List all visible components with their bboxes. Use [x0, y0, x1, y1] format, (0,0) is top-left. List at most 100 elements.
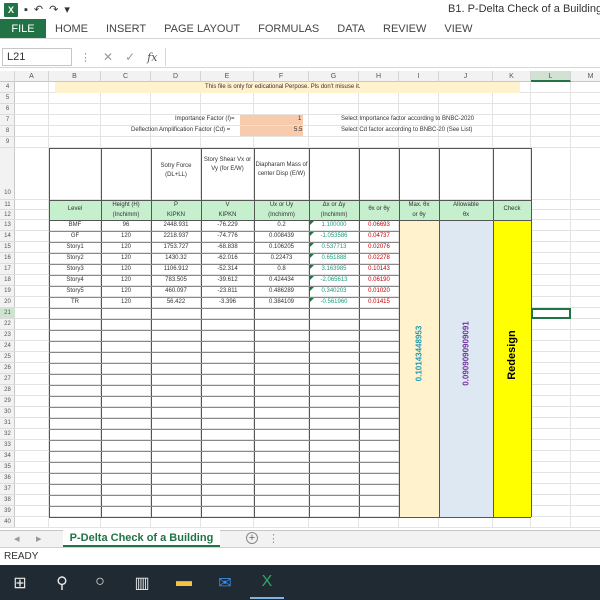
column-header-m[interactable]: M [571, 71, 600, 82]
cell-delta: 3.163985 [321, 266, 347, 272]
row-header-25[interactable]: 25 [0, 352, 15, 363]
cell-u: 0.2 [277, 222, 286, 228]
tab-review[interactable]: REVIEW [374, 19, 435, 38]
row-header-37[interactable]: 37 [0, 484, 15, 495]
importance-cell[interactable] [240, 115, 303, 125]
cell-p: 2218.937 [163, 233, 189, 239]
column-header-e[interactable]: E [201, 71, 254, 82]
save-icon[interactable]: ▪ [24, 4, 28, 16]
tab-home[interactable]: HOME [46, 19, 97, 38]
allowable-value: 0.0909090909091 [461, 320, 471, 386]
row-header-4[interactable]: 4 [0, 82, 15, 93]
tab-insert[interactable]: INSERT [97, 19, 155, 38]
row-header-15[interactable]: 15 [0, 242, 15, 253]
tab-data[interactable]: DATA [328, 19, 374, 38]
row-header-6[interactable]: 6 [0, 104, 15, 115]
insert-function-icon[interactable]: fx [147, 51, 157, 64]
tab-formulas[interactable]: FORMULAS [249, 19, 328, 38]
row-header-18[interactable]: 18 [0, 275, 15, 286]
column-header-a[interactable]: A [15, 71, 49, 82]
formula-input[interactable] [165, 48, 600, 66]
row-header-39[interactable]: 39 [0, 506, 15, 517]
row-header-36[interactable]: 36 [0, 473, 15, 484]
add-sheet-icon[interactable]: + [246, 532, 258, 544]
row-header-31[interactable]: 31 [0, 418, 15, 429]
row-header-11[interactable]: 11 [0, 200, 15, 210]
column-header-b[interactable]: B [49, 71, 101, 82]
row-header-23[interactable]: 23 [0, 330, 15, 341]
column-header-d[interactable]: D [151, 71, 201, 82]
name-box[interactable]: L21 [2, 48, 72, 66]
worksheet-grid[interactable]: ABCDEFGHIJKLM 4 5 6 7 8 9 10 11 12 13 14 15 16 17 18 19… [0, 71, 600, 530]
row-header-13[interactable]: 13 [0, 220, 15, 231]
column-header-l[interactable]: L [531, 71, 571, 82]
tab-view[interactable]: VIEW [435, 19, 481, 38]
row-header-27[interactable]: 27 [0, 374, 15, 385]
table-hborder [49, 148, 531, 149]
column-header-i[interactable]: I [399, 71, 439, 82]
column-header-c[interactable]: C [101, 71, 151, 82]
widgets-icon[interactable]: ▥ [132, 573, 152, 593]
column-header-h[interactable]: H [359, 71, 399, 82]
cell-delta: -0.561960 [320, 299, 348, 305]
row-header-29[interactable]: 29 [0, 396, 15, 407]
row-header-35[interactable]: 35 [0, 462, 15, 473]
row-header-22[interactable]: 22 [0, 319, 15, 330]
column-header-j[interactable]: J [439, 71, 493, 82]
windows-start-icon[interactable]: ⊞ [10, 573, 30, 593]
data-row-line [49, 440, 399, 441]
row-header-32[interactable]: 32 [0, 429, 15, 440]
sheet-options-icon[interactable]: ⋮ [268, 532, 279, 545]
redo-icon[interactable]: ↷ [49, 3, 58, 16]
row-header-28[interactable]: 28 [0, 385, 15, 396]
header-level: Level [67, 206, 83, 212]
search-icon[interactable]: ⚲ [52, 573, 72, 593]
mail-icon[interactable]: ✉ [215, 573, 235, 593]
row-header-34[interactable]: 34 [0, 451, 15, 462]
row-header-24[interactable]: 24 [0, 341, 15, 352]
column-header-k[interactable]: K [493, 71, 531, 82]
row-header-19[interactable]: 19 [0, 286, 15, 297]
row-header-10[interactable]: 10 [0, 148, 15, 200]
row-header-33[interactable]: 33 [0, 440, 15, 451]
data-row-line [49, 473, 399, 474]
data-row-line [49, 429, 399, 430]
customize-icon[interactable]: ▾ [64, 3, 70, 16]
next-sheet-icon[interactable]: ▸ [36, 532, 42, 545]
row-header-9[interactable]: 9 [0, 137, 15, 148]
column-header-f[interactable]: F [254, 71, 309, 82]
task-view-icon[interactable]: ○ [90, 573, 110, 591]
row-header-20[interactable]: 20 [0, 297, 15, 308]
row-header-38[interactable]: 38 [0, 495, 15, 506]
cell-area[interactable]: This file is only for edicational Perpos… [15, 82, 600, 530]
row-header-16[interactable]: 16 [0, 253, 15, 264]
undo-icon[interactable]: ↶ [34, 3, 43, 16]
column-header-g[interactable]: G [309, 71, 359, 82]
data-row-line [49, 308, 399, 309]
tab-file[interactable]: FILE [0, 19, 46, 38]
row-header-7[interactable]: 7 [0, 115, 15, 126]
row-header-5[interactable]: 5 [0, 93, 15, 104]
row-header-17[interactable]: 17 [0, 264, 15, 275]
excel-taskbar-icon[interactable]: X [257, 573, 277, 591]
row-header-30[interactable]: 30 [0, 407, 15, 418]
row-header-14[interactable]: 14 [0, 231, 15, 242]
row-header-12[interactable]: 12 [0, 210, 15, 220]
data-row-line [49, 286, 399, 287]
sheet-tab-pdelta[interactable]: P-Delta Check of a Building [63, 530, 220, 547]
tab-page-layout[interactable]: PAGE LAYOUT [155, 19, 249, 38]
row-header-26[interactable]: 26 [0, 363, 15, 374]
cancel-icon[interactable]: ✕ [103, 50, 113, 64]
title-bar: X ▪ ↶ ↷ ▾ B1. P-Delta Check of a Buildin… [0, 0, 600, 19]
row-header-8[interactable]: 8 [0, 126, 15, 137]
prev-sheet-icon[interactable]: ◂ [14, 532, 20, 545]
file-explorer-icon[interactable]: ▬ [174, 573, 194, 591]
check-result: Redesign [506, 329, 518, 380]
select-all-corner[interactable] [0, 71, 15, 82]
row-header-40[interactable]: 40 [0, 517, 15, 528]
row-header-21[interactable]: 21 [0, 308, 15, 319]
data-row-line [49, 253, 399, 254]
header-ux-unit: (Inchimm) [268, 212, 295, 218]
data-row-line [49, 495, 399, 496]
enter-icon[interactable]: ✓ [125, 50, 135, 64]
